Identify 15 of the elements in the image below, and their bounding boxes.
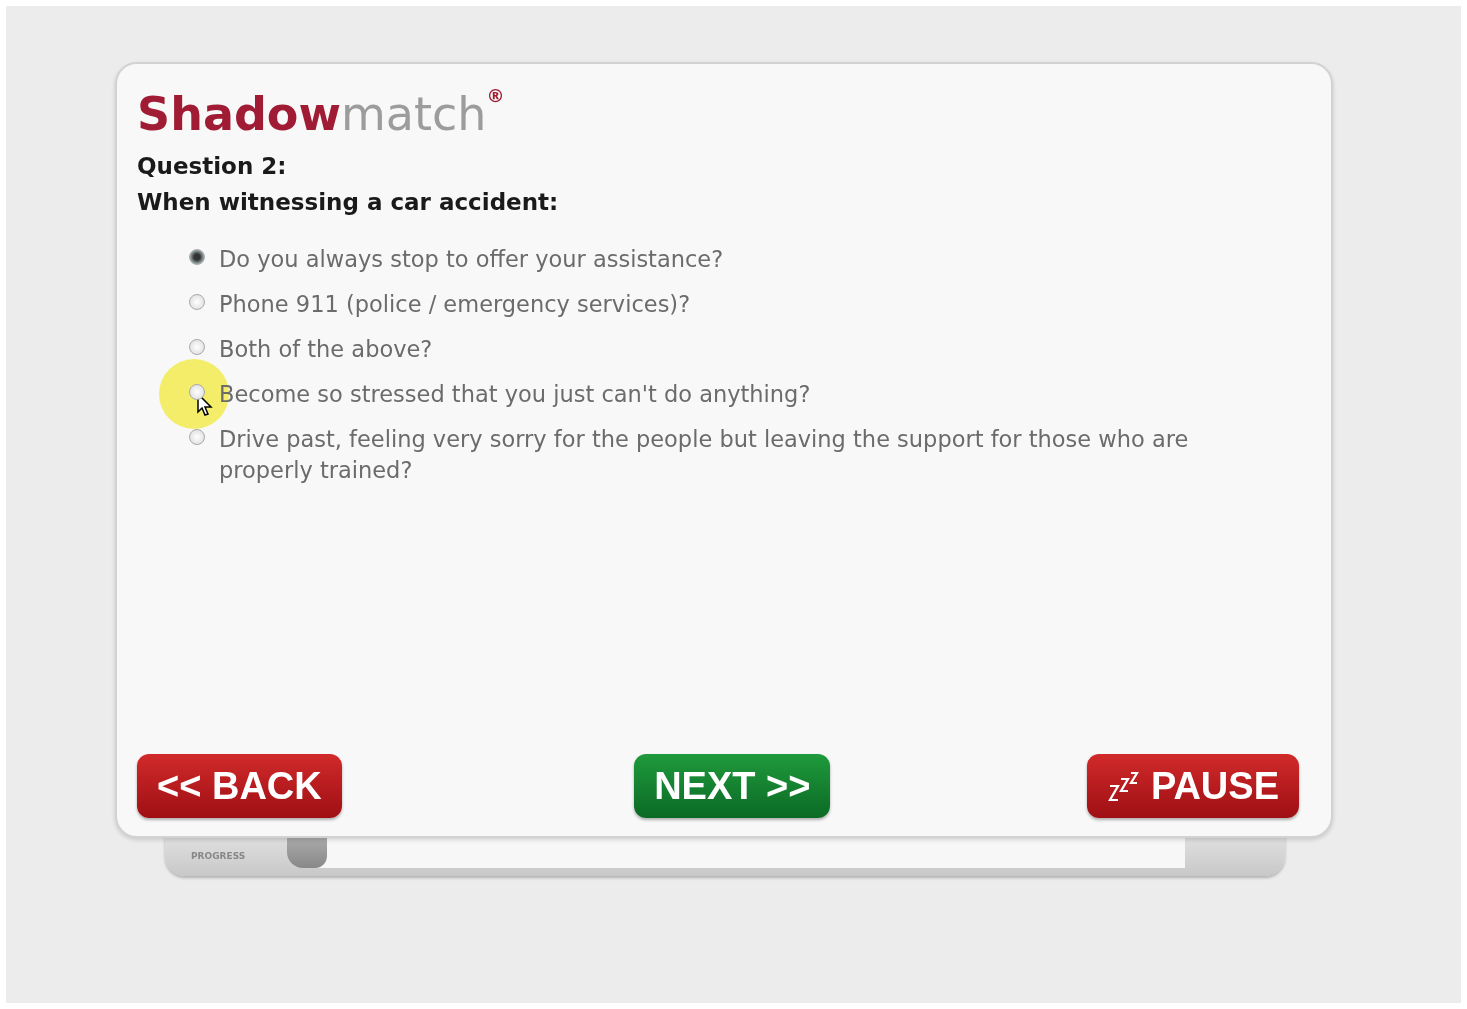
question-text: When witnessing a car accident: bbox=[137, 188, 559, 217]
next-button[interactable]: NEXT >> bbox=[634, 754, 831, 818]
question-number: Question 2: bbox=[137, 152, 287, 181]
radio-button[interactable] bbox=[189, 429, 205, 445]
option-label[interactable]: Phone 911 (police / emergency services)? bbox=[219, 289, 691, 320]
option-label[interactable]: Do you always stop to offer your assistance? bbox=[219, 244, 724, 275]
radio-button[interactable] bbox=[189, 249, 205, 265]
back-button[interactable]: << BACK bbox=[137, 754, 342, 818]
logo: Shadowmatch$^{®}$ bbox=[137, 84, 505, 143]
option-label[interactable]: Both of the above? bbox=[219, 334, 433, 365]
radio-button[interactable] bbox=[189, 339, 205, 355]
progress-label: PROGRESS bbox=[191, 851, 247, 861]
radio-button[interactable] bbox=[189, 294, 205, 310]
option-label[interactable]: Drive past, feeling very sorry for the people but leaving the support for those who are properly trained? bbox=[219, 424, 1259, 486]
pause-button[interactable]: PAUSE bbox=[1086, 754, 1299, 818]
